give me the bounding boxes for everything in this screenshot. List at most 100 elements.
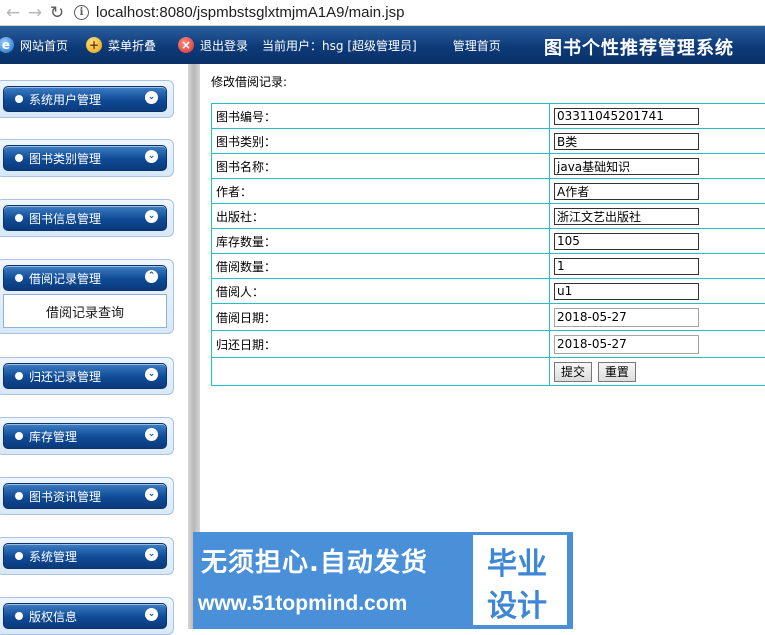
sidebar-item-label: 系统管理 [29,548,77,565]
table-row: 提交 重置 [212,358,765,386]
watermark-logo-text-1: 毕业 [487,539,547,583]
sidebar-button-stock-management[interactable]: 库存管理 ⌄ [3,423,167,449]
borrow-quantity-input[interactable] [554,258,699,275]
chevron-down-icon: ⌄ [145,488,158,501]
borrower-input[interactable] [554,283,699,300]
table-row: 归还日期： [212,331,765,358]
sidebar-button-system-management[interactable]: 系统管理 ⌄ [3,543,167,569]
field-label: 出版社： [212,204,550,229]
sidebar-item-borrow-management: 借阅记录管理 ⌃ 借阅记录查询 [0,259,174,334]
watermark-banner: 无须担心.自动发货 www.51topmind.com 毕业 设计 [193,532,573,629]
sidebar-item-category-management: 图书类别管理 ⌄ [0,139,174,177]
table-row: 借阅日期： [212,304,765,331]
table-row: 库存数量： [212,229,765,254]
sidebar: 系统用户管理 ⌄ 图书类别管理 ⌄ 图书信息管理 ⌄ 借阅记录管理 [0,64,188,629]
book-id-input[interactable] [554,108,699,125]
close-x-icon: × [178,37,194,53]
sidebar-button-user-management[interactable]: 系统用户管理 ⌄ [3,86,167,112]
table-row: 图书编号： [212,104,765,129]
sidebar-item-copyright: 版权信息 ⌄ [0,597,174,635]
reset-button[interactable]: 重置 [598,362,636,382]
author-input[interactable] [554,183,699,200]
chevron-down-icon: ⌄ [145,368,158,381]
field-label: 借阅日期： [212,304,550,331]
field-label: 作者： [212,179,550,204]
home-globe-icon: e [0,37,14,53]
watermark-logo-text-2: 设计 [487,581,547,625]
browser-toolbar: ← → ↻ i localhost:8080/jspmbstsglxtmjmA1… [0,0,765,26]
table-row: 作者： [212,179,765,204]
bullet-icon [15,552,23,560]
sidebar-item-label: 库存管理 [29,428,77,445]
book-category-input[interactable] [554,133,699,150]
menu-fold-link[interactable]: + 菜单折叠 [86,37,156,54]
fold-plus-icon: + [86,37,102,53]
publisher-input[interactable] [554,208,699,225]
sidebar-button-borrow-management[interactable]: 借阅记录管理 ⌃ [3,265,167,291]
bullet-icon [15,612,23,620]
form-title: 修改借阅记录: [211,73,287,90]
address-bar[interactable]: i localhost:8080/jspmbstsglxtmjmA1A9/mai… [74,4,404,21]
site-home-label: 网站首页 [20,37,68,54]
sidebar-button-book-management[interactable]: 图书信息管理 ⌄ [3,205,167,231]
sidebar-item-label: 图书类别管理 [29,150,101,167]
borrow-date-input[interactable] [554,308,699,327]
sidebar-item-label: 归还记录管理 [29,368,101,385]
info-icon[interactable]: i [74,5,89,20]
site-home-link[interactable]: e 网站首页 [0,37,68,54]
reload-icon[interactable]: ↻ [46,2,68,24]
sidebar-subitem-borrow-query[interactable]: 借阅记录查询 [3,294,167,328]
sidebar-item-return-management: 归还记录管理 ⌄ [0,357,174,395]
watermark-slogan: 无须担心.自动发货 [201,542,428,579]
menu-fold-label: 菜单折叠 [108,37,156,54]
edit-borrow-form: 图书编号： 图书类别： 图书名称： 作者： 出版社： 库存数量： 借阅数量： [211,103,765,386]
field-label: 图书编号： [212,104,550,129]
sidebar-item-label: 借阅记录管理 [29,270,101,287]
system-title: 图书个性推荐管理系统 [544,34,734,60]
bullet-icon [15,274,23,282]
sidebar-button-copyright[interactable]: 版权信息 ⌄ [3,603,167,629]
field-label: 借阅数量： [212,254,550,279]
bullet-icon [15,372,23,380]
sidebar-item-user-management: 系统用户管理 ⌄ [0,80,174,118]
chevron-down-icon: ⌄ [145,608,158,621]
sidebar-button-category-management[interactable]: 图书类别管理 ⌄ [3,145,167,171]
sidebar-button-news-management[interactable]: 图书资讯管理 ⌄ [3,483,167,509]
watermark-logo: 毕业 设计 [473,535,567,625]
sidebar-item-stock-management: 库存管理 ⌄ [0,417,174,455]
submit-button[interactable]: 提交 [554,362,592,382]
back-arrow-icon[interactable]: ← [2,2,24,24]
chevron-down-icon: ⌄ [145,210,158,223]
current-user-text: 当前用户：hsg [超级管理员] [262,37,417,54]
top-header: e 网站首页 + 菜单折叠 × 退出登录 当前用户：hsg [超级管理员] 管理… [0,26,765,64]
chevron-down-icon: ⌄ [145,428,158,441]
url-text[interactable]: localhost:8080/jspmbstsglxtmjmA1A9/main.… [96,4,404,21]
table-row: 借阅数量： [212,254,765,279]
sidebar-item-book-management: 图书信息管理 ⌄ [0,199,174,237]
field-label: 库存数量： [212,229,550,254]
table-row: 借阅人： [212,279,765,304]
sidebar-item-label: 系统用户管理 [29,91,101,108]
bullet-icon [15,432,23,440]
chevron-down-icon: ⌄ [145,91,158,104]
sidebar-item-system-management: 系统管理 ⌄ [0,537,174,575]
table-row: 图书名称： [212,154,765,179]
sidebar-item-label: 图书资讯管理 [29,488,101,505]
watermark-url: www.51topmind.com [198,592,407,616]
logout-link[interactable]: × 退出登录 [178,37,248,54]
field-label: 图书名称： [212,154,550,179]
field-label: 借阅人： [212,279,550,304]
sidebar-button-return-management[interactable]: 归还记录管理 ⌄ [3,363,167,389]
chevron-down-icon: ⌄ [145,548,158,561]
book-name-input[interactable] [554,158,699,175]
stock-quantity-input[interactable] [554,233,699,250]
logout-label: 退出登录 [200,37,248,54]
field-label: 归还日期： [212,331,550,358]
return-date-input[interactable] [554,335,699,354]
forward-arrow-icon[interactable]: → [24,2,46,24]
sidebar-item-label: 版权信息 [29,608,77,625]
bullet-icon [15,154,23,162]
sidebar-item-label: 图书信息管理 [29,210,101,227]
bullet-icon [15,492,23,500]
admin-home-link[interactable]: 管理首页 [453,37,501,54]
